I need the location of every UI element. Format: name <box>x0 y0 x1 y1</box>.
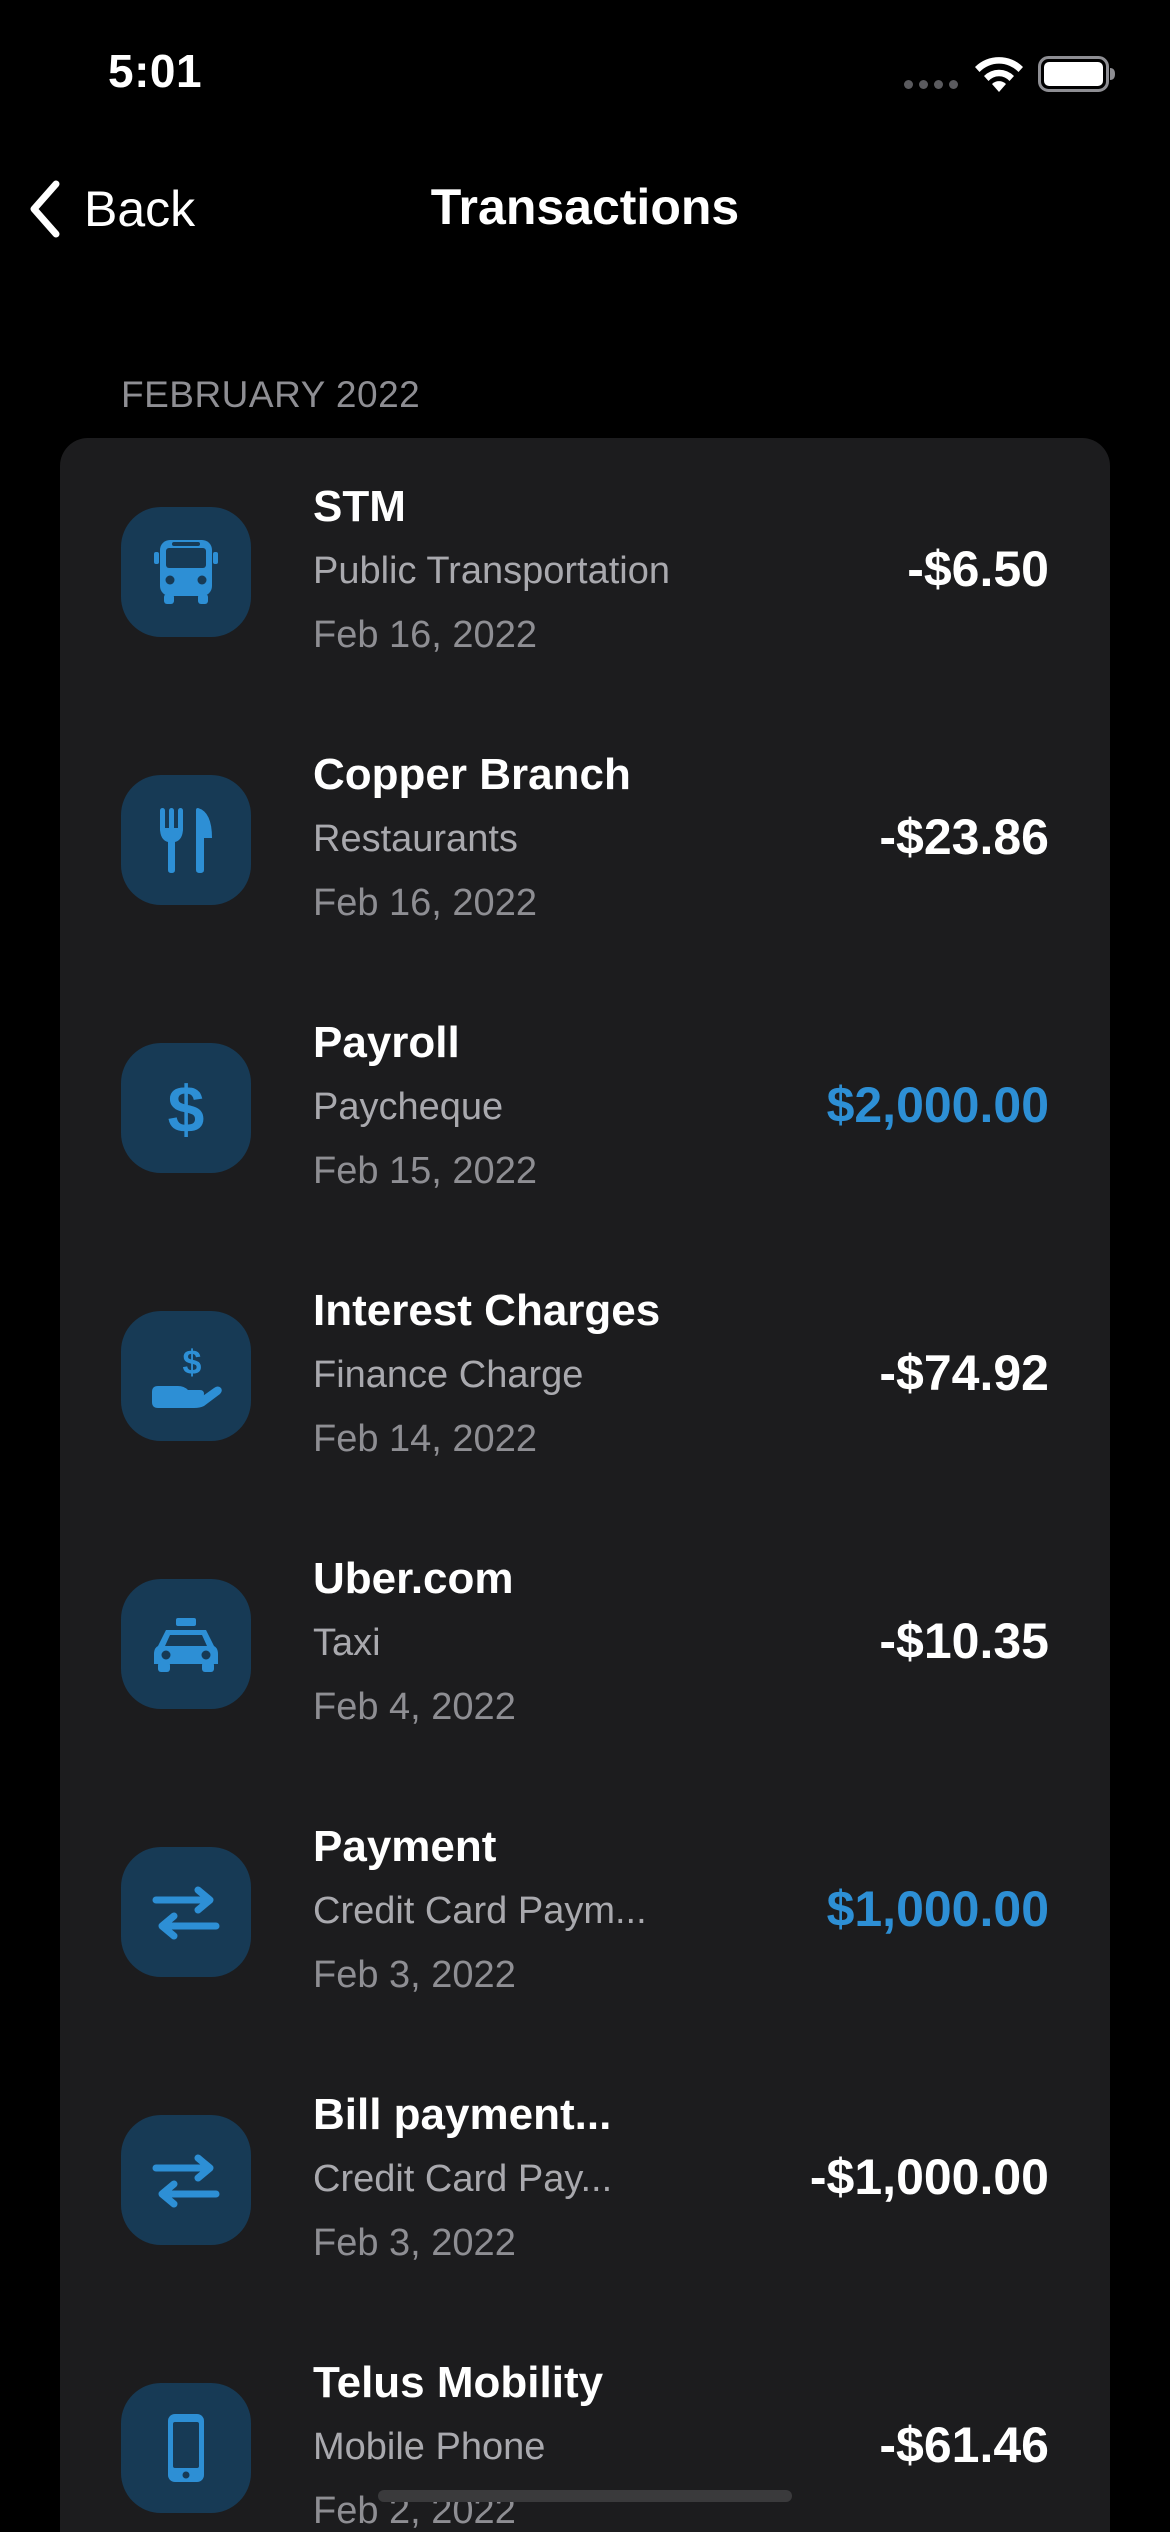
transaction-date: Feb 15, 2022 <box>313 1150 537 1192</box>
transaction-name: Interest Charges <box>313 1286 661 1335</box>
transaction-category: Credit Card Paym... <box>313 1890 647 1932</box>
transaction-name: STM <box>313 482 406 531</box>
transaction-category: Public Transportation <box>313 550 670 592</box>
transaction-amount: -$10.35 <box>879 1613 1049 1669</box>
transfer-arrows-icon-badge <box>121 2115 251 2245</box>
transaction-row[interactable]: $ Payroll Paycheque Feb 15, 2022 $2,000.… <box>60 974 1110 1242</box>
transfer-arrows-icon <box>152 1886 220 1940</box>
transaction-name: Uber.com <box>313 1554 514 1603</box>
transfer-arrows-icon-badge <box>121 1847 251 1977</box>
bus-icon <box>154 540 218 604</box>
taxi-icon <box>154 1618 218 1672</box>
navigation-bar: Back Transactions <box>0 160 1170 260</box>
transaction-date: Feb 3, 2022 <box>313 1954 516 1996</box>
transaction-category: Restaurants <box>313 818 518 860</box>
transaction-name: Payment <box>313 1822 497 1871</box>
transaction-row[interactable]: STM Public Transportation Feb 16, 2022 -… <box>60 438 1110 706</box>
status-bar: 5:01 <box>0 0 1170 150</box>
dollar-sign-icon: $ <box>168 1072 205 1146</box>
battery-icon <box>1038 56 1115 92</box>
transaction-name: Telus Mobility <box>313 2358 604 2407</box>
fork-knife-icon-badge <box>121 775 251 905</box>
taxi-icon-badge <box>121 1579 251 1709</box>
transaction-date: Feb 3, 2022 <box>313 2222 516 2264</box>
mobile-phone-icon-badge <box>121 2383 251 2513</box>
transactions-screen: 5:01 Back Transactions FEBRUARY 2022 STM… <box>0 0 1170 2532</box>
transaction-date: Feb 16, 2022 <box>313 614 537 656</box>
transaction-row[interactable]: Bill payment... Credit Card Pay... Feb 3… <box>60 2046 1110 2314</box>
transaction-row[interactable]: Copper Branch Restaurants Feb 16, 2022 -… <box>60 706 1110 974</box>
transaction-amount: -$61.46 <box>879 2417 1049 2473</box>
bus-icon-badge <box>121 507 251 637</box>
hand-dollar-icon-badge: $ <box>121 1311 251 1441</box>
transaction-amount: -$6.50 <box>907 541 1049 597</box>
transaction-category: Finance Charge <box>313 1354 584 1396</box>
page-title: Transactions <box>430 179 740 235</box>
mobile-phone-icon <box>168 2414 204 2482</box>
transaction-amount: -$74.92 <box>879 1345 1049 1401</box>
transaction-date: Feb 4, 2022 <box>313 1686 516 1728</box>
transaction-name: Copper Branch <box>313 750 631 799</box>
dollar-sign-icon-badge: $ <box>121 1043 251 1173</box>
transaction-amount: $2,000.00 <box>826 1077 1049 1133</box>
transaction-row[interactable]: Payment Credit Card Paym... Feb 3, 2022 … <box>60 1778 1110 2046</box>
cellular-signal-icon <box>904 80 958 89</box>
transaction-date: Feb 16, 2022 <box>313 882 537 924</box>
home-indicator[interactable] <box>378 2490 792 2502</box>
transaction-name: Payroll <box>313 1018 460 1067</box>
transaction-category: Mobile Phone <box>313 2426 546 2468</box>
transfer-arrows-icon <box>152 2154 220 2208</box>
status-time: 5:01 <box>108 45 203 97</box>
transaction-category: Taxi <box>313 1622 381 1664</box>
transactions-list: STM Public Transportation Feb 16, 2022 -… <box>60 438 1110 2532</box>
hand-dollar-icon: $ <box>152 1344 222 1408</box>
transaction-row[interactable]: $ Interest Charges Finance Charge Feb 14… <box>60 1242 1110 1510</box>
svg-text:$: $ <box>168 1072 205 1146</box>
svg-text:$: $ <box>183 1344 202 1382</box>
section-header-month: FEBRUARY 2022 <box>121 374 421 415</box>
transaction-amount: -$23.86 <box>879 809 1049 865</box>
transaction-date: Feb 14, 2022 <box>313 1418 537 1460</box>
transaction-row[interactable]: Uber.com Taxi Feb 4, 2022 -$10.35 <box>60 1510 1110 1778</box>
transaction-amount: $1,000.00 <box>826 1881 1049 1937</box>
transaction-category: Paycheque <box>313 1086 504 1128</box>
transaction-amount: -$1,000.00 <box>809 2149 1049 2205</box>
transaction-category: Credit Card Pay... <box>313 2158 613 2200</box>
fork-knife-icon <box>160 808 212 873</box>
transaction-name: Bill payment... <box>313 2090 612 2139</box>
wifi-icon <box>975 57 1023 92</box>
